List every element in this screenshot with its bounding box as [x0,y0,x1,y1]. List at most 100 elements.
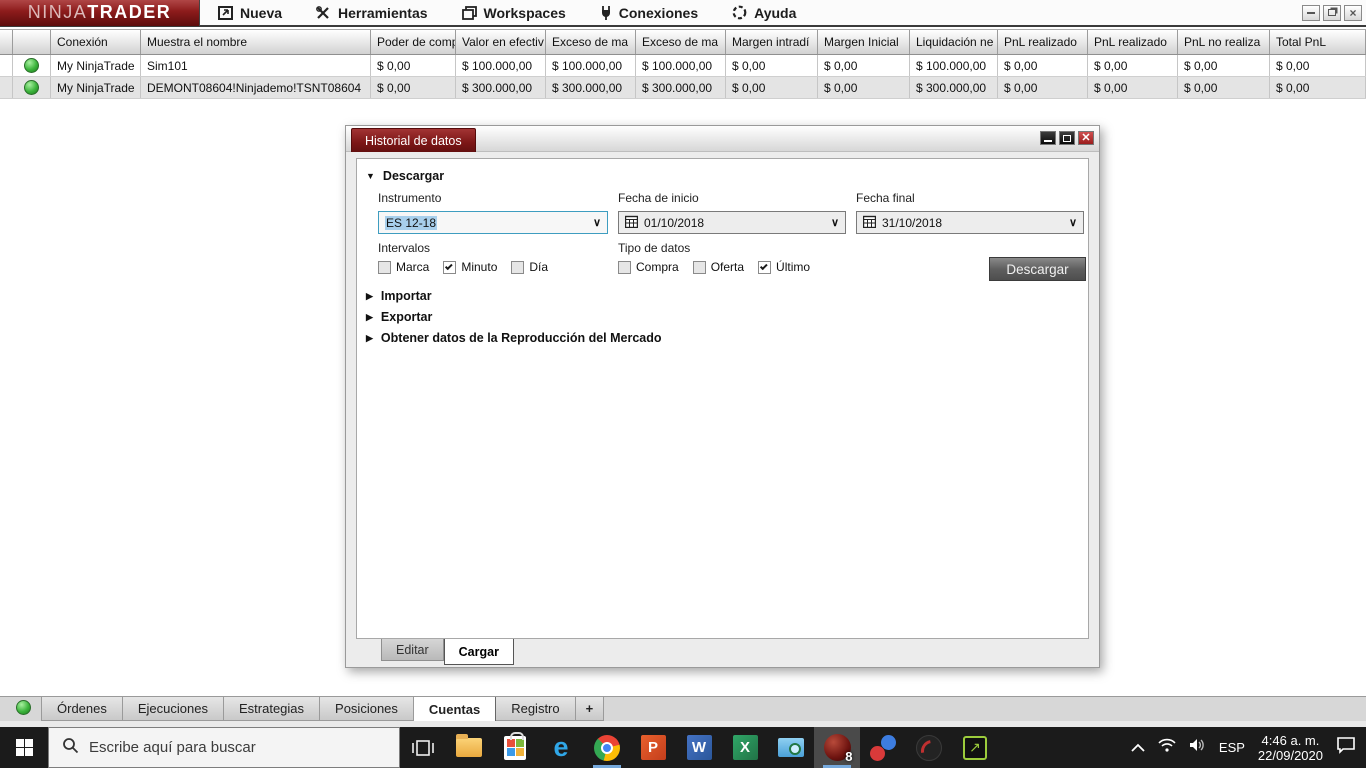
column-header[interactable]: Muestra el nombre [141,30,371,54]
taskbar-clock[interactable]: 4:46 a. m. 22/09/2020 [1258,733,1323,763]
edge-button[interactable]: e [538,727,584,768]
microsoft-store-icon [504,731,526,760]
tab-cuentas[interactable]: Cuentas [413,697,497,722]
taskbar-search-box[interactable] [48,727,400,768]
restore-button[interactable] [1323,4,1341,21]
historical-data-dialog: Historial de datos ✕ ▼ Descargar Instrum… [345,125,1100,668]
search-input[interactable] [89,739,369,756]
dialog-tab-bar: Editar Cargar [381,639,514,665]
dialog-maximize-button[interactable] [1059,131,1075,145]
tray-expand-button[interactable] [1131,739,1145,757]
add-tab-button[interactable]: + [575,697,605,721]
column-header[interactable]: Exceso de ma [636,30,726,54]
excel-button[interactable]: X [722,727,768,768]
action-center-button[interactable] [1336,736,1356,759]
section-importar[interactable]: ▶ Importar [366,289,432,303]
menu-label: Conexiones [618,4,699,21]
close-icon: ✕ [1081,131,1091,144]
screen-share-button[interactable]: ↗ [952,727,998,768]
restore-icon [1328,9,1336,16]
tab-posiciones[interactable]: Posiciones [320,697,414,721]
menu-nueva[interactable]: Nueva [218,5,282,21]
column-header[interactable]: Conexión [51,30,141,54]
logo-ninja-text: NINJA [27,2,88,22]
start-date-select[interactable]: 01/10/2018 ∨ [618,211,846,234]
checkbox-compra[interactable] [618,260,631,274]
search-icon [62,737,79,759]
color-dots-app-button[interactable] [860,727,906,768]
word-button[interactable]: W [676,727,722,768]
snipping-tool-button[interactable] [768,727,814,768]
dialog-minimize-button[interactable] [1040,131,1056,145]
column-header[interactable]: Exceso de ma [546,30,636,54]
system-tray: ESP 4:46 a. m. 22/09/2020 [1131,727,1366,768]
close-icon: × [1349,5,1357,20]
column-header[interactable]: Margen Inicial [818,30,910,54]
instrument-select[interactable]: ES 12-18 ∨ [378,211,608,234]
table-cell: My NinjaTrade [51,77,141,98]
status-cell [13,77,51,98]
checkmark-icon [445,262,454,271]
section-descargar[interactable]: ▼ Descargar [366,169,444,183]
checkbox-marca[interactable] [378,260,391,274]
column-header[interactable]: PnL no realiza [1178,30,1270,54]
language-indicator[interactable]: ESP [1219,740,1245,755]
checkbox-minuto[interactable] [443,260,457,274]
table-row[interactable]: My NinjaTrade Sim101 $ 0,00 $ 100.000,00… [0,55,1366,77]
tab-registro[interactable]: Registro [496,697,576,721]
end-date-value: 31/10/2018 [882,215,943,230]
tab-cargar[interactable]: Cargar [443,639,514,665]
dialog-close-button[interactable]: ✕ [1078,131,1094,145]
menu-ayuda[interactable]: Ayuda [732,5,796,21]
column-header[interactable]: PnL realizado [998,30,1088,54]
table-cell: $ 300.000,00 [546,77,636,98]
menu-list: Nueva Herramientas Workspaces Conexiones… [218,5,796,21]
menu-herramientas[interactable]: Herramientas [316,5,428,21]
download-button[interactable]: Descargar [989,257,1086,281]
end-date-select[interactable]: 31/10/2018 ∨ [856,211,1084,234]
minimize-button[interactable] [1302,4,1320,21]
task-view-button[interactable] [400,727,446,768]
column-header[interactable]: PnL realizado [1088,30,1178,54]
tab-editar[interactable]: Editar [381,639,444,661]
section-exportar[interactable]: ▶ Exportar [366,310,432,324]
column-header[interactable]: Liquidación ne [910,30,998,54]
tab-ejecuciones[interactable]: Ejecuciones [122,697,224,721]
data-type-checkbox-group: Compra Oferta Último [618,260,818,274]
menu-conexiones[interactable]: Conexiones [600,5,698,21]
table-cell: $ 0,00 [371,77,456,98]
tab-estrategias[interactable]: Estrategias [223,697,321,721]
dialog-titlebar[interactable]: Historial de datos ✕ [346,126,1099,152]
ninjatrader8-button[interactable]: 8 [814,727,860,768]
table-cell: $ 0,00 [1178,77,1270,98]
section-label: Obtener datos de la Reproducción del Mer… [380,331,662,345]
excel-icon: X [732,735,758,760]
checkbox-dia[interactable] [511,260,525,274]
tab-ordenes[interactable]: Órdenes [41,697,123,721]
start-button[interactable] [0,727,48,768]
column-header[interactable]: Total PnL [1270,30,1366,54]
file-explorer-button[interactable] [446,727,492,768]
powerpoint-button[interactable]: P [630,727,676,768]
volume-icon[interactable] [1189,738,1206,757]
table-cell: Sim101 [141,55,371,76]
wifi-icon[interactable] [1158,738,1176,757]
checkbox-ultimo[interactable] [758,260,772,274]
column-header[interactable]: Poder de comp [371,30,456,54]
row-selector-cell [0,55,13,76]
help-icon [732,5,747,20]
ninjatrader-button[interactable] [906,727,952,768]
checkbox-label: Marca [396,260,430,274]
accounts-table: Conexión Muestra el nombre Poder de comp… [0,29,1366,99]
table-row[interactable]: My NinjaTrade DEMONT08604!Ninjademo!TSNT… [0,77,1366,99]
microsoft-store-button[interactable] [492,727,538,768]
chrome-button[interactable] [584,727,630,768]
close-button[interactable]: × [1344,4,1362,21]
table-cell: $ 100.000,00 [456,55,546,76]
column-header[interactable]: Valor en efectiv [456,30,546,54]
menu-workspaces[interactable]: Workspaces [461,5,566,21]
checkbox-oferta[interactable] [692,260,706,274]
column-header[interactable]: Margen intradí [726,30,818,54]
section-obtener-datos[interactable]: ▶ Obtener datos de la Reproducción del M… [366,331,662,345]
table-cell: $ 0,00 [1270,55,1366,76]
